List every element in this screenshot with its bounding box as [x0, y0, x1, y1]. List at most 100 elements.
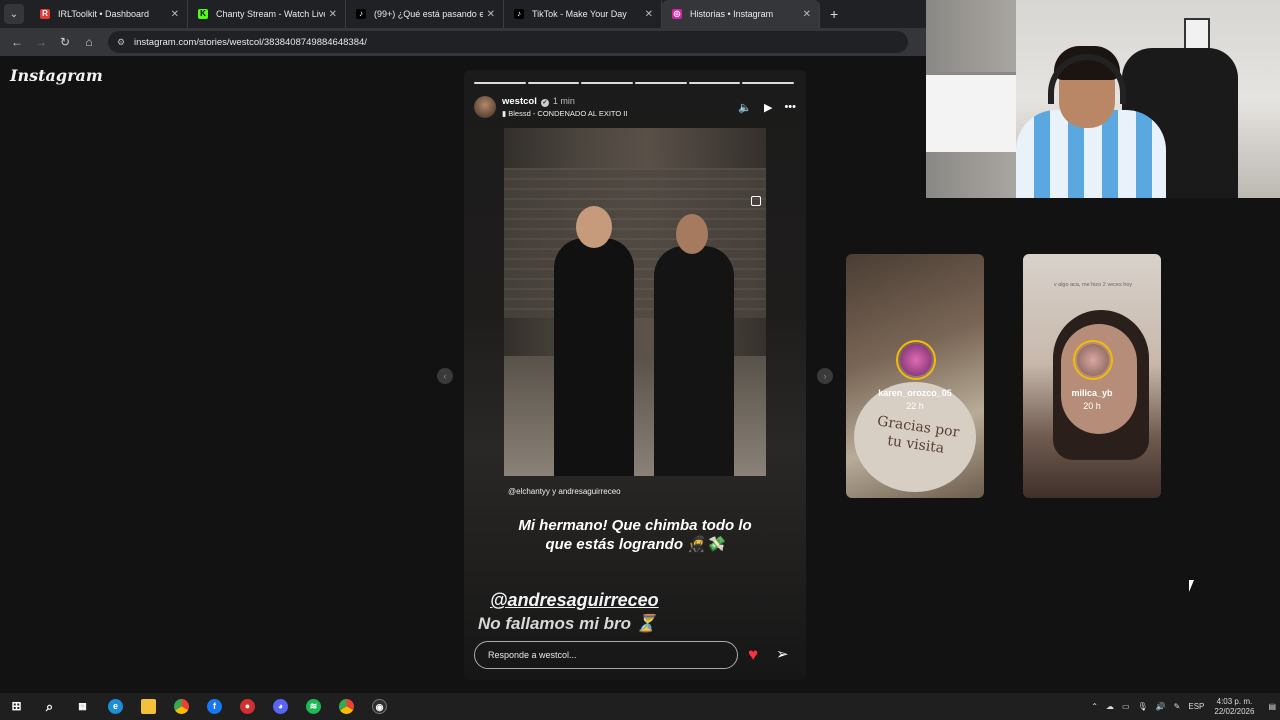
story-username[interactable]: westcol [502, 96, 537, 107]
previous-story-arrow-icon[interactable]: ‹ [437, 368, 453, 384]
tab-title: IRLToolkit • Dashboard [58, 9, 150, 19]
preview-overlay-text: v algo aca, me hizo 2 veces hoy [1053, 282, 1133, 288]
speaker-icon[interactable]: 🔈 [738, 101, 752, 114]
back-arrow-icon[interactable]: ← [6, 31, 28, 53]
story-time: 1 min [552, 96, 575, 106]
play-icon[interactable]: ▶ [764, 101, 772, 114]
tiktok-favicon-icon: ♪ [514, 9, 524, 19]
story-subtext: No fallamos mi bro ⏳ [478, 614, 657, 633]
reply-input[interactable]: Responde a westcol... [474, 641, 738, 669]
tab-kick-chanty[interactable]: K Chanty Stream - Watch Live on ✕ [188, 0, 346, 28]
clock-time: 4:03 p. m. [1216, 696, 1253, 706]
system-tray: ⌃ ☁ ▭ 🎙 🔊 ✎ ESP 4:03 p. m. 22/02/2026 ▤ [1087, 693, 1280, 720]
story-mention-tag[interactable]: @andresaguirreceo [490, 590, 659, 611]
verified-badge-icon: ✓ [540, 99, 549, 107]
progress-segment [688, 82, 741, 84]
kick-favicon-icon: K [198, 9, 208, 19]
progress-segment [581, 82, 634, 84]
cloud-icon[interactable]: ☁ [1106, 702, 1114, 711]
avatar[interactable] [474, 96, 496, 118]
preview-time: 20 h [1083, 401, 1101, 411]
story-viewer[interactable]: westcol ✓ 1 min ▮ Blessd - CONDENADO AL EX… [464, 70, 806, 680]
story-mention-line: @elchantyy y andresaguirreceo [508, 487, 621, 496]
edge-icon[interactable]: e [99, 693, 132, 720]
tab-close-icon[interactable]: ✕ [329, 9, 337, 20]
microphone-icon[interactable]: 🎙 [1138, 702, 1148, 711]
tab-irltoolkit[interactable]: R IRLToolkit • Dashboard ✕ [30, 0, 188, 28]
tab-close-icon[interactable]: ✕ [487, 9, 495, 20]
mouse-cursor-icon [1189, 580, 1199, 592]
instagram-logo[interactable]: Instagram [10, 66, 103, 85]
new-tab-plus-icon[interactable]: + [830, 6, 838, 22]
language-indicator[interactable]: ESP [1188, 702, 1204, 711]
progress-segment [742, 82, 795, 84]
search-icon[interactable]: ⌕ [33, 693, 66, 720]
file-explorer-icon[interactable] [132, 693, 165, 720]
obs-icon[interactable]: ◉ [363, 693, 396, 720]
browser-toolbar: ← → ↻ ⌂ ⚙ instagram.com/stories/westcol/… [0, 28, 926, 56]
chrome-profile-icon[interactable] [330, 693, 363, 720]
browser-tab-bar: ⌄ R IRLToolkit • Dashboard ✕ K Chanty St… [0, 0, 926, 28]
preview-username: karen_orozco_05 [878, 388, 952, 398]
song-title: Blessd - CONDENADO AL EXITO II [508, 109, 628, 118]
discord-icon[interactable]: ◕ [264, 693, 297, 720]
tab-close-icon[interactable]: ✕ [645, 9, 653, 20]
tab-title: (99+) ¿Qué está pasando en Jal [374, 9, 483, 19]
windows-start-icon[interactable]: ⊞ [0, 693, 33, 720]
progress-segment [474, 82, 526, 84]
story-meta: westcol ✓ 1 min ▮ Blessd - CONDENADO AL EX… [502, 96, 726, 118]
windows-taskbar: ⊞ ⌕ ▦ e f ● ◕ ≋ ◉ ⌃ ☁ ▭ 🎙 🔊 ✎ ESP 4:03 p… [0, 693, 1280, 720]
facebook-icon[interactable]: f [198, 693, 231, 720]
tab-title: Chanty Stream - Watch Live on [216, 9, 325, 19]
tab-tiktok-jal[interactable]: ♪ (99+) ¿Qué está pasando en Jal ✕ [346, 0, 504, 28]
address-bar[interactable]: ⚙ instagram.com/stories/westcol/38384087… [108, 31, 908, 53]
story-progress-bar [474, 82, 795, 84]
preview-username: milica_yb [1071, 388, 1113, 398]
next-story-arrow-icon[interactable]: › [817, 368, 833, 384]
progress-segment [527, 82, 580, 84]
preview-time: 22 h [906, 401, 924, 411]
tab-tiktok[interactable]: ♪ TikTok - Make Your Day ✕ [504, 0, 662, 28]
home-icon[interactable]: ⌂ [78, 31, 100, 53]
avatar [896, 340, 936, 380]
tab-close-icon[interactable]: ✕ [171, 9, 179, 20]
forward-arrow-icon[interactable]: → [30, 31, 52, 53]
tab-instagram[interactable]: ◎ Historias • Instagram ✕ [662, 0, 820, 28]
tab-search-button[interactable]: ⌄ [4, 4, 24, 24]
chrome-icon[interactable] [165, 693, 198, 720]
url-text: instagram.com/stories/westcol/3838408749… [134, 36, 367, 48]
like-heart-icon[interactable]: ♥ [748, 645, 758, 665]
carousel-icon [751, 196, 761, 206]
irltoolkit-favicon-icon: R [40, 9, 50, 19]
tab-title: TikTok - Make Your Day [532, 9, 627, 19]
taskbar-clock[interactable]: 4:03 p. m. 22/02/2026 [1214, 697, 1254, 717]
story-preview-milica[interactable]: v algo aca, me hizo 2 veces hoy milica_y… [1023, 254, 1161, 498]
more-options-icon[interactable]: ••• [784, 101, 796, 113]
battery-icon[interactable]: ▭ [1122, 702, 1130, 711]
app-red-icon[interactable]: ● [231, 693, 264, 720]
story-header: westcol ✓ 1 min ▮ Blessd - CONDENADO AL EX… [474, 92, 796, 122]
music-bars-icon: ▮ [502, 109, 507, 118]
story-preview-karen[interactable]: Gracias por tu visita karen_orozco_05 22… [846, 254, 984, 498]
avatar [1073, 340, 1113, 380]
progress-segment [635, 82, 687, 84]
site-settings-icon[interactable]: ⚙ [114, 35, 128, 49]
clock-date: 22/02/2026 [1214, 706, 1255, 716]
story-caption: Mi hermano! Que chimba todo lo que estás… [518, 517, 752, 553]
tab-close-icon[interactable]: ✕ [803, 9, 811, 20]
spotify-icon[interactable]: ≋ [297, 693, 330, 720]
reload-icon[interactable]: ↻ [54, 31, 76, 53]
story-song[interactable]: ▮ Blessd - CONDENADO AL EXITO II [502, 109, 726, 118]
send-icon[interactable]: ➢ [776, 645, 789, 663]
notification-icon[interactable]: ▤ [1268, 702, 1276, 711]
story-photo [504, 128, 766, 476]
webcam-overlay [926, 0, 1280, 198]
story-user-line: westcol ✓ 1 min [502, 96, 726, 107]
instagram-favicon-icon: ◎ [672, 9, 682, 19]
pen-icon[interactable]: ✎ [1174, 702, 1181, 711]
chevron-up-icon[interactable]: ⌃ [1091, 702, 1098, 711]
speaker-tray-icon[interactable]: 🔊 [1156, 702, 1166, 711]
tiktok-favicon-icon: ♪ [356, 9, 366, 19]
tab-title: Historias • Instagram [690, 9, 774, 19]
task-view-icon[interactable]: ▦ [66, 693, 99, 720]
